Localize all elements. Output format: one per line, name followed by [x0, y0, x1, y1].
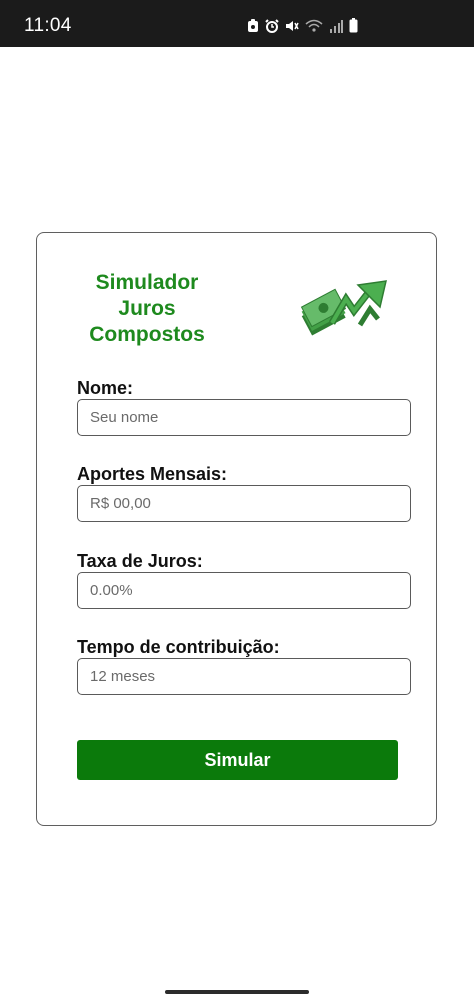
wifi-icon [305, 19, 323, 32]
status-bar: 11:04 [0, 0, 474, 47]
alarm-icon [265, 18, 279, 33]
simulate-button[interactable]: Simular [77, 740, 398, 780]
app-title: Simulador Juros Compostos [77, 270, 217, 348]
app-title-line-2: Juros [118, 297, 176, 320]
monthly-contribution-input[interactable] [77, 485, 411, 522]
contribution-time-input[interactable] [77, 658, 411, 695]
status-icons [247, 18, 358, 33]
money-growth-icon [300, 280, 387, 336]
contribution-time-label: Tempo de contribuição: [77, 637, 280, 657]
app-title-line-1: Simulador [95, 271, 199, 294]
status-time: 11:04 [24, 15, 72, 36]
notification-icon [248, 18, 258, 32]
name-input[interactable] [77, 399, 411, 436]
interest-rate-label: Taxa de Juros: [77, 551, 203, 571]
signal-icon [330, 19, 343, 33]
battery-icon [349, 18, 358, 33]
monthly-contribution-label: Aportes Mensais: [77, 464, 228, 484]
interest-rate-input[interactable] [77, 572, 411, 609]
home-indicator[interactable] [165, 990, 309, 994]
mute-icon [286, 20, 299, 31]
app-title-line-3: Compostos [89, 323, 205, 346]
name-label: Nome: [77, 378, 134, 398]
simulator-card: Simulador Juros Compostos Nome: Aportes … [36, 232, 437, 826]
